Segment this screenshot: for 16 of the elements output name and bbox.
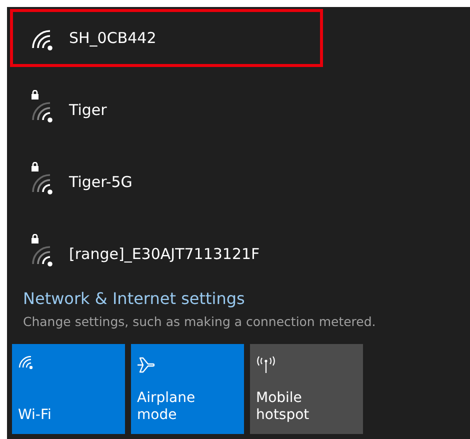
settings-link[interactable]: Network & Internet settings xyxy=(23,289,470,308)
airplane-tile[interactable]: Airplane mode xyxy=(131,344,244,434)
wifi-tile[interactable]: Wi-Fi xyxy=(12,344,125,434)
network-item[interactable]: SH_0CB442 xyxy=(10,9,323,67)
wifi-signal-icon xyxy=(29,174,55,196)
wifi-signal-icon xyxy=(29,102,55,124)
network-item[interactable]: Tiger xyxy=(10,81,323,139)
hotspot-tile[interactable]: Mobile hotspot xyxy=(250,344,363,434)
network-item[interactable]: [range]_E30AJT7113121F xyxy=(10,225,323,283)
airplane-icon xyxy=(137,356,157,374)
network-item[interactable]: Tiger-5G xyxy=(10,153,323,211)
wifi-signal-icon xyxy=(29,246,55,268)
settings-hint: Change settings, such as making a connection metered. xyxy=(23,314,377,329)
wifi-icon xyxy=(18,356,34,370)
antenna-icon xyxy=(256,356,276,374)
wifi-signal-icon xyxy=(29,30,55,52)
